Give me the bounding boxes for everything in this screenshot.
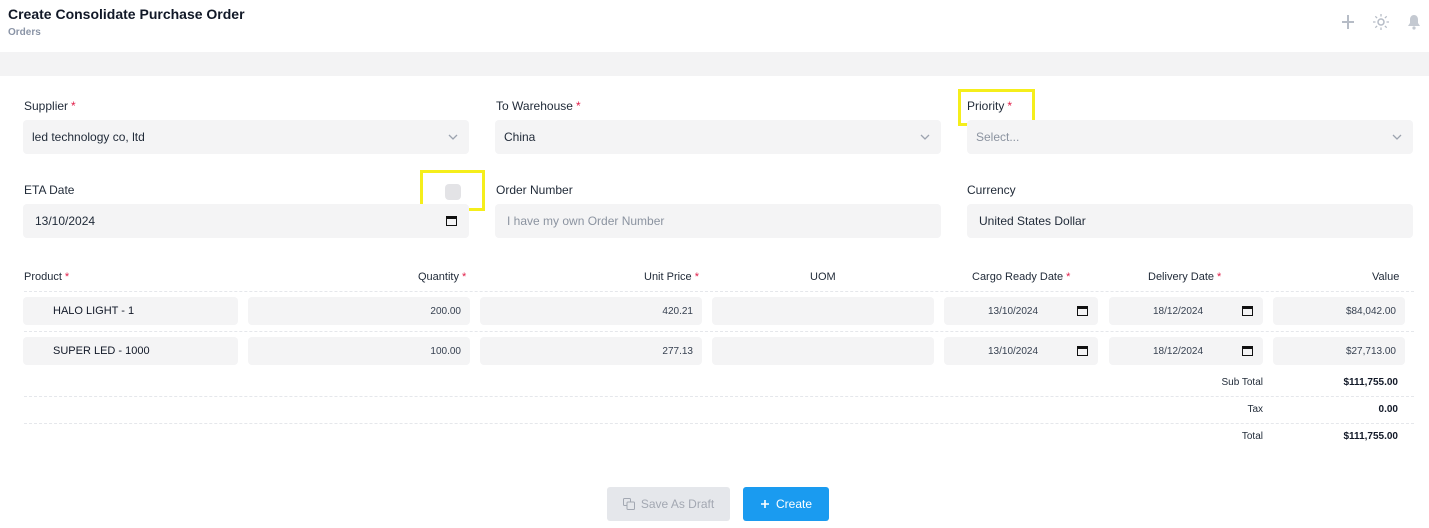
- product-cell[interactable]: HALO LIGHT - 1: [23, 297, 238, 325]
- copy-icon: [622, 498, 635, 510]
- uom-input[interactable]: [712, 337, 934, 365]
- row-divider: [24, 331, 1414, 332]
- value-cell: $27,713.00: [1273, 337, 1405, 365]
- col-header-cargo-ready: Cargo Ready Date *: [972, 271, 1071, 283]
- uom-input[interactable]: [712, 297, 934, 325]
- breadcrumb[interactable]: Orders: [8, 27, 41, 38]
- subtotal-label: Sub Total: [1221, 377, 1263, 388]
- page-header: Create Consolidate Purchase Order Orders: [0, 0, 1429, 52]
- calendar-icon[interactable]: [1077, 345, 1088, 356]
- total-label: Total: [1241, 431, 1263, 442]
- calendar-icon[interactable]: [1077, 305, 1088, 316]
- supplier-label: Supplier *: [24, 99, 76, 113]
- bell-icon[interactable]: [1404, 12, 1424, 32]
- quantity-input[interactable]: 200.00: [248, 297, 470, 325]
- delivery-date-input[interactable]: 18/12/2024: [1109, 297, 1263, 325]
- plus-icon: [760, 500, 769, 508]
- col-header-uom: UOM: [810, 271, 836, 283]
- cargo-ready-date-input[interactable]: 13/10/2024: [944, 337, 1098, 365]
- save-as-draft-button[interactable]: Save As Draft: [607, 487, 730, 521]
- subtotal-value: $111,755.00: [1343, 377, 1398, 388]
- unit-price-input[interactable]: 277.13: [480, 337, 702, 365]
- warehouse-select[interactable]: China: [495, 120, 941, 154]
- create-button[interactable]: Create: [743, 487, 829, 521]
- chevron-down-icon: [448, 134, 458, 140]
- page-title: Create Consolidate Purchase Order: [8, 6, 245, 22]
- col-header-delivery: Delivery Date *: [1148, 271, 1222, 283]
- delivery-date-input[interactable]: 18/12/2024: [1109, 337, 1263, 365]
- warehouse-label: To Warehouse *: [496, 99, 581, 113]
- col-header-product: Product *: [24, 271, 70, 283]
- row-divider: [24, 291, 1414, 292]
- eta-date-input[interactable]: 13/10/2024: [23, 204, 469, 238]
- tax-value: 0.00: [1378, 404, 1398, 415]
- calendar-icon[interactable]: [1242, 345, 1253, 356]
- header-divider: [0, 52, 1429, 76]
- value-cell: $84,042.00: [1273, 297, 1405, 325]
- eta-date-label: ETA Date: [24, 183, 75, 197]
- priority-select[interactable]: Select...: [967, 120, 1413, 154]
- col-header-quantity: Quantity *: [418, 271, 467, 283]
- quantity-input[interactable]: 100.00: [248, 337, 470, 365]
- row-divider: [24, 423, 1414, 424]
- supplier-select[interactable]: led technology co, ltd: [23, 120, 469, 154]
- order-number-label: Order Number: [496, 183, 573, 197]
- chevron-down-icon: [1392, 134, 1402, 140]
- unit-price-input[interactable]: 420.21: [480, 297, 702, 325]
- product-cell[interactable]: SUPER LED - 1000: [23, 337, 238, 365]
- plus-icon[interactable]: [1338, 12, 1358, 32]
- order-number-input[interactable]: I have my own Order Number: [495, 204, 941, 238]
- col-header-unit-price: Unit Price *: [644, 271, 699, 283]
- currency-label: Currency: [967, 183, 1016, 197]
- currency-field[interactable]: United States Dollar: [967, 204, 1413, 238]
- row-divider: [24, 396, 1414, 397]
- calendar-icon[interactable]: [446, 215, 457, 226]
- calendar-icon[interactable]: [1242, 305, 1253, 316]
- sun-icon[interactable]: [1371, 12, 1391, 32]
- total-value: $111,755.00: [1343, 431, 1398, 442]
- tax-label: Tax: [1247, 404, 1263, 415]
- chevron-down-icon: [920, 134, 930, 140]
- col-header-value: Value: [1372, 271, 1400, 283]
- cargo-ready-date-input[interactable]: 13/10/2024: [944, 297, 1098, 325]
